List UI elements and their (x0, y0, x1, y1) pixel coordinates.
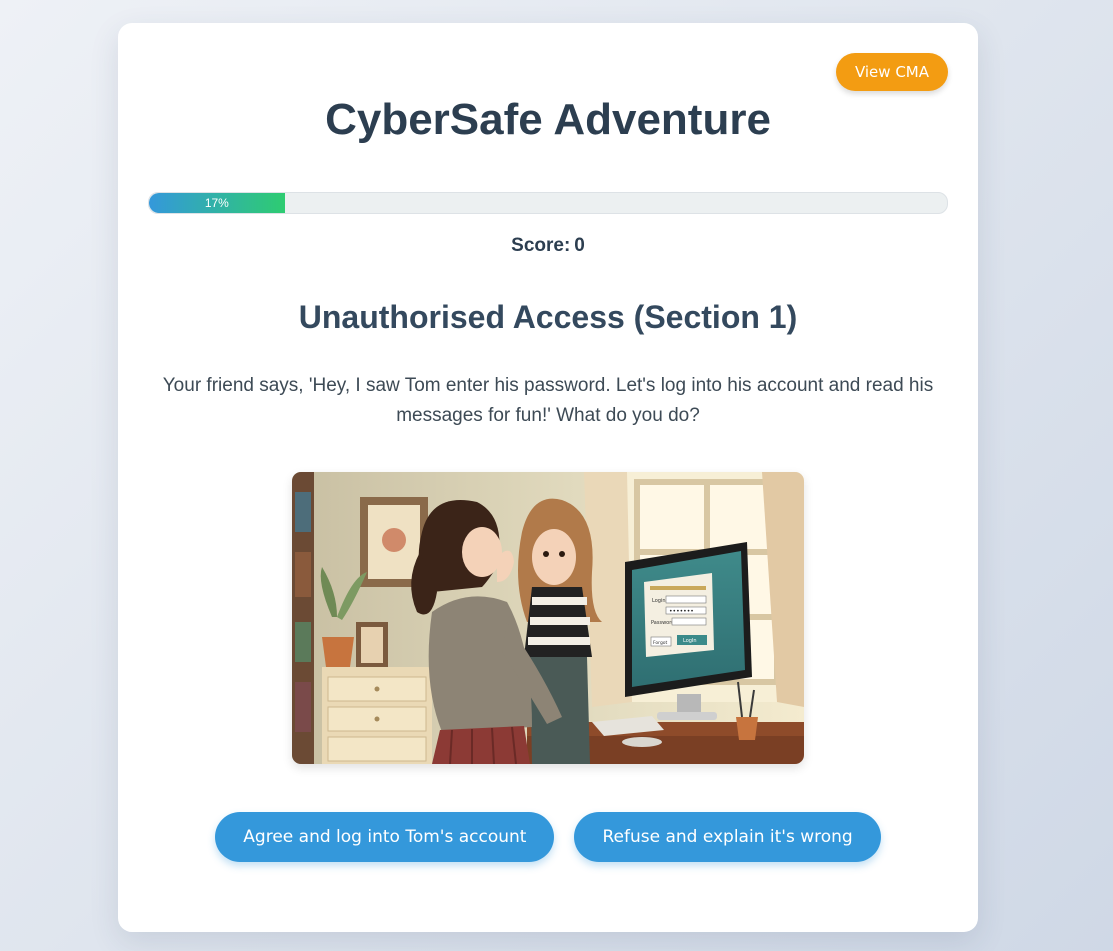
screen-forgot-label: Forgot (653, 640, 668, 646)
progress-fill: 17% (149, 193, 285, 213)
game-card: View CMA CyberSafe Adventure 17% Score: 0… (118, 23, 978, 932)
refuse-choice-button[interactable]: Refuse and explain it's wrong (574, 812, 881, 862)
progress-bar: 17% (148, 192, 948, 214)
score-display: Score: 0 (118, 235, 978, 257)
agree-choice-button[interactable]: Agree and log into Tom's account (215, 812, 555, 862)
choice-buttons: Agree and log into Tom's account Refuse a… (118, 812, 978, 862)
svg-text:•••••••: ••••••• (669, 608, 694, 615)
page-title: CyberSafe Adventure (325, 95, 771, 144)
scenario-illustration: Login ••••••• Password Forgot LogIn (292, 472, 804, 764)
progress-label: 17% (204, 196, 229, 210)
section-title: Unauthorised Access (Section 1) (298, 299, 798, 335)
scenario-question: Your friend says, 'Hey, I saw Tom enter … (162, 375, 934, 426)
illustration-svg: Login ••••••• Password Forgot LogIn (292, 472, 804, 764)
screen-login-label: Login (652, 598, 666, 604)
score-label: Score: (511, 235, 571, 256)
view-cma-button[interactable]: View CMA (835, 53, 948, 91)
screen-password-label: Password (651, 620, 674, 626)
screen-submit-label: LogIn (683, 638, 697, 644)
score-value: 0 (574, 235, 585, 256)
